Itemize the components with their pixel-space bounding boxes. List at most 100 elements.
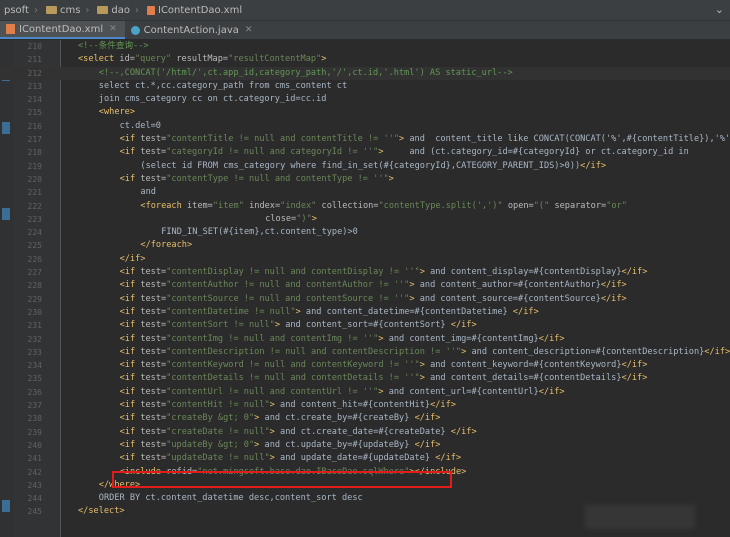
line-number[interactable]: 226 [14, 253, 42, 266]
close-icon[interactable]: ✕ [245, 25, 253, 35]
code-line[interactable]: 228 <if test="contentAuthor != null and c… [0, 279, 730, 292]
code-text[interactable]: <if test="contentTitle != null and conte… [120, 133, 730, 146]
code-line[interactable]: 213 select ct.*,cc.category_path from cms… [0, 80, 730, 93]
line-number[interactable]: 229 [14, 293, 42, 306]
code-text[interactable]: <if test="contentDisplay != null and con… [120, 266, 648, 279]
code-text[interactable]: <if test="createBy &gt; 0"> and ct.creat… [120, 412, 441, 425]
code-line[interactable]: 230 <if test="contentDatetime != null"> a… [0, 306, 730, 319]
code-text[interactable]: <if test="contentDatetime != null"> and … [120, 306, 539, 319]
code-line[interactable]: 226 </if> [0, 253, 730, 266]
line-number[interactable]: 219 [14, 160, 42, 173]
code-text[interactable]: join cms_category cc on ct.category_id=c… [99, 93, 327, 106]
code-line[interactable]: 234 <if test="contentKeyword != null and … [0, 359, 730, 372]
code-line[interactable]: 210 <!--条件查询--> [0, 40, 730, 53]
code-line[interactable]: 236 <if test="contentUrl != null and cont… [0, 386, 730, 399]
line-number[interactable]: 232 [14, 333, 42, 346]
line-number[interactable]: 230 [14, 306, 42, 319]
code-text[interactable]: </select> [78, 505, 125, 518]
line-number[interactable]: 225 [14, 239, 42, 252]
code-text[interactable]: FIND_IN_SET(#{item},ct.content_type)>0 [161, 226, 358, 239]
line-number[interactable]: 227 [14, 266, 42, 279]
code-text[interactable]: <if test="contentDetails != null and con… [120, 372, 648, 385]
line-number[interactable]: 213 [14, 80, 42, 93]
code-text[interactable]: <if test="contentImg != null and content… [120, 333, 565, 346]
line-number[interactable]: 233 [14, 346, 42, 359]
line-number[interactable]: 214 [14, 93, 42, 106]
code-text[interactable]: <if test="contentUrl != null and content… [120, 386, 565, 399]
line-number[interactable]: 244 [14, 492, 42, 505]
code-text[interactable]: <if test="updateDate != null"> and updat… [120, 452, 462, 465]
code-text[interactable]: <select id="query" resultMap="resultCont… [78, 53, 326, 66]
code-line[interactable]: 233 <if test="contentDescription != null … [0, 346, 730, 359]
code-text[interactable]: <if test="createDate != null"> and ct.cr… [120, 426, 477, 439]
line-number[interactable]: 221 [14, 186, 42, 199]
code-text[interactable]: <if test="contentKeyword != null and con… [120, 359, 648, 372]
code-line[interactable]: 237 <if test="contentHit != null"> and co… [0, 399, 730, 412]
code-text[interactable]: close=")"> [265, 213, 317, 226]
code-text[interactable]: ct.del=0 [120, 120, 161, 133]
code-text[interactable]: <if test="contentType != null and conten… [120, 173, 394, 186]
line-number[interactable]: 216 [14, 120, 42, 133]
code-line[interactable]: 227 <if test="contentDisplay != null and … [0, 266, 730, 279]
line-number[interactable]: 222 [14, 200, 42, 213]
line-number[interactable]: 240 [14, 439, 42, 452]
code-line[interactable]: 225 </foreach> [0, 239, 730, 252]
line-number[interactable]: 239 [14, 426, 42, 439]
line-number[interactable]: 234 [14, 359, 42, 372]
code-line[interactable]: 239 <if test="createDate != null"> and ct… [0, 426, 730, 439]
code-text[interactable]: select ct.*,cc.category_path from cms_co… [99, 80, 347, 93]
code-line[interactable]: 231 <if test="contentSort != null"> and c… [0, 319, 730, 332]
code-text[interactable]: <if test="contentHit != null"> and conte… [120, 399, 456, 412]
code-text[interactable]: <!--条件查询--> [78, 40, 149, 53]
code-line[interactable]: 218 <if test="categoryId != null and cate… [0, 146, 730, 159]
code-line[interactable]: 220 <if test="contentType != null and con… [0, 173, 730, 186]
code-text[interactable]: <if test="contentSource != null and cont… [120, 293, 627, 306]
line-number[interactable]: 210 [14, 40, 42, 53]
line-number[interactable]: 212 [14, 67, 42, 80]
line-number[interactable]: 236 [14, 386, 42, 399]
tab-icontentdao-xml[interactable]: IContentDao.xml ✕ [0, 21, 125, 39]
breadcrumb-item-psoft[interactable]: psoft › [0, 5, 42, 16]
code-line[interactable]: 215 <where> [0, 106, 730, 119]
line-number[interactable]: 211 [14, 53, 42, 66]
line-number[interactable]: 237 [14, 399, 42, 412]
code-text[interactable]: and [140, 186, 156, 199]
code-line[interactable]: 214 join cms_category cc on ct.category_i… [0, 93, 730, 106]
code-text[interactable]: <!--,CONCAT('/html/',ct.app_id,category_… [99, 67, 513, 80]
line-number[interactable]: 243 [14, 479, 42, 492]
code-line[interactable]: 238 <if test="createBy &gt; 0"> and ct.cr… [0, 412, 730, 425]
code-line[interactable]: 211 <select id="query" resultMap="resultC… [0, 53, 730, 66]
line-number[interactable]: 231 [14, 319, 42, 332]
code-text[interactable]: <if test="contentAuthor != null and cont… [120, 279, 627, 292]
code-line[interactable]: 223 close=")"> [0, 213, 730, 226]
code-text[interactable]: </if> [120, 253, 146, 266]
line-number[interactable]: 242 [14, 466, 42, 479]
code-line[interactable]: 212 <!--,CONCAT('/html/',ct.app_id,catego… [0, 66, 730, 80]
code-text[interactable]: ORDER BY ct.content_datetime desc,conten… [99, 492, 363, 505]
close-icon[interactable]: ✕ [109, 24, 117, 34]
code-line[interactable]: 241 <if test="updateDate != null"> and up… [0, 452, 730, 465]
line-number[interactable]: 245 [14, 505, 42, 518]
code-line[interactable]: 222 <foreach item="item" index="index" co… [0, 200, 730, 213]
line-number[interactable]: 238 [14, 412, 42, 425]
code-line[interactable]: 224 FIND_IN_SET(#{item},ct.content_type)>… [0, 226, 730, 239]
chevron-down-icon[interactable]: ⌄ [715, 3, 724, 16]
line-number[interactable]: 228 [14, 279, 42, 292]
line-number[interactable]: 218 [14, 146, 42, 159]
code-text[interactable]: <if test="categoryId != null and categor… [120, 146, 689, 159]
line-number[interactable]: 235 [14, 372, 42, 385]
code-line[interactable]: 232 <if test="contentImg != null and cont… [0, 333, 730, 346]
line-number[interactable]: 215 [14, 106, 42, 119]
code-line[interactable]: 219 (select id FROM cms_category where fi… [0, 160, 730, 173]
code-line[interactable]: 235 <if test="contentDetails != null and … [0, 372, 730, 385]
line-number[interactable]: 241 [14, 452, 42, 465]
code-line[interactable]: 216 ct.del=0 [0, 120, 730, 133]
line-number[interactable]: 224 [14, 226, 42, 239]
line-number[interactable]: 220 [14, 173, 42, 186]
line-number[interactable]: 217 [14, 133, 42, 146]
tab-contentaction-java[interactable]: ContentAction.java ✕ [125, 21, 261, 39]
code-line[interactable]: 244 ORDER BY ct.content_datetime desc,con… [0, 492, 730, 505]
code-text[interactable]: </foreach> [140, 239, 192, 252]
code-text[interactable]: <where> [99, 106, 135, 119]
code-line[interactable]: 217 <if test="contentTitle != null and co… [0, 133, 730, 146]
